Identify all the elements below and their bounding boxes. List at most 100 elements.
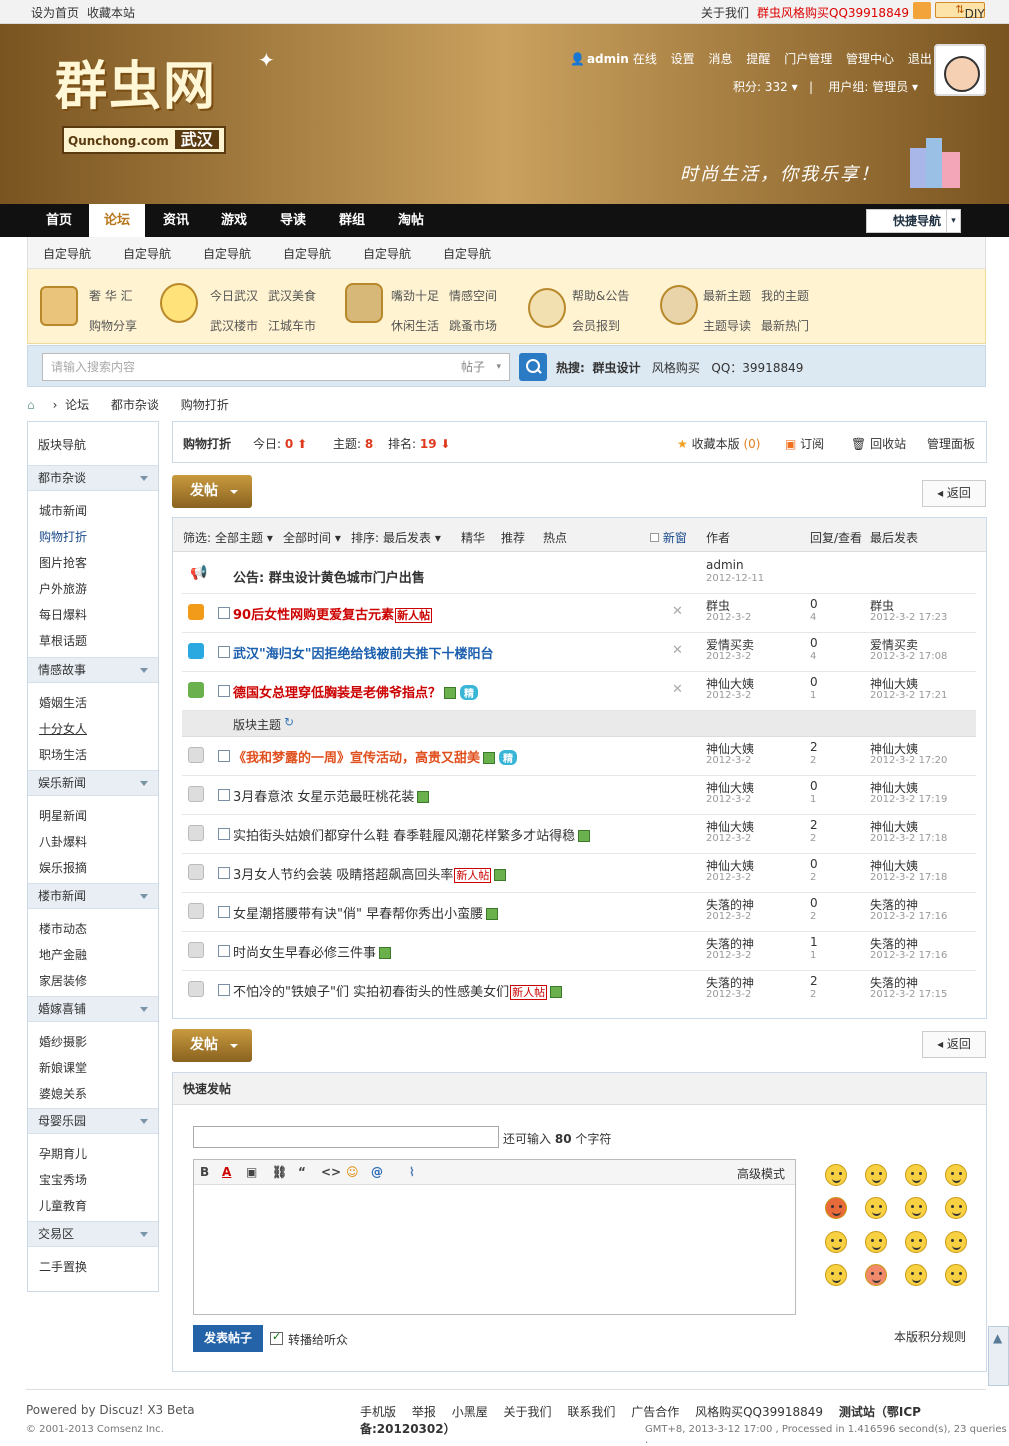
footer-link[interactable]: 广告合作 bbox=[631, 1405, 679, 1419]
home-icon[interactable]: ⌂ bbox=[27, 398, 35, 412]
close-icon[interactable]: ✕ bbox=[672, 682, 683, 697]
post-button-bottom[interactable]: 发帖 bbox=[172, 1029, 252, 1062]
announcement-title[interactable]: 公告: 群虫设计黄色城市门户出售 bbox=[233, 567, 425, 586]
search-type-select[interactable]: 帖子 ▾ bbox=[451, 353, 510, 381]
sidebar-item[interactable]: 宝宝秀场 bbox=[39, 1171, 87, 1188]
cat-help[interactable]: 帮助&公告 bbox=[572, 287, 629, 304]
subnav-item[interactable]: 自定导航 bbox=[123, 245, 171, 262]
cat-latest-topics[interactable]: 最新主题 bbox=[703, 287, 751, 304]
footer-link[interactable]: 举报 bbox=[412, 1405, 436, 1419]
smiley-icon[interactable]: ☺ bbox=[346, 1165, 359, 1179]
footer-link[interactable]: 风格购买QQ39918849 bbox=[695, 1405, 823, 1419]
table-row[interactable]: 90后女性网购更爱复古元素 新人帖 ✕ 群虫 2012-3-2 0 4 群虫 20… bbox=[182, 594, 976, 633]
thread-checkbox[interactable] bbox=[218, 646, 230, 658]
filter-all-topics[interactable]: 全部主题 ▾ bbox=[215, 529, 273, 546]
sidebar-group[interactable]: 娱乐新闻 bbox=[28, 770, 158, 796]
cat-today-wuhan[interactable]: 今日武汉 bbox=[210, 287, 258, 304]
back-button-bottom[interactable]: ◂ 返回 bbox=[922, 1031, 986, 1058]
cat-wuhan-housing[interactable]: 武汉楼市 bbox=[210, 317, 258, 334]
thread-title[interactable]: 90后女性网购更爱复古元素 新人帖 bbox=[233, 604, 433, 623]
footer-link[interactable]: 关于我们 bbox=[504, 1405, 552, 1419]
cat-snacks[interactable]: 嘴劲十足 bbox=[391, 287, 439, 304]
quote-icon[interactable]: “ bbox=[298, 1165, 306, 1179]
sidebar-item[interactable]: 婆媳关系 bbox=[39, 1085, 87, 1102]
set-home-link[interactable]: 设为首页 bbox=[31, 4, 79, 21]
last-post-date[interactable]: 2012-3-2 17:15 bbox=[870, 989, 947, 1000]
advanced-mode-link[interactable]: 高级模式 bbox=[737, 1165, 785, 1182]
cat-wuhan-food[interactable]: 武汉美食 bbox=[268, 287, 316, 304]
thread-title[interactable]: 不怕冷的"铁娘子"们 实拍初春街头的性感美女们 新人帖 bbox=[233, 981, 563, 1000]
code-icon[interactable]: <> bbox=[321, 1165, 341, 1179]
subnav-item[interactable]: 自定导航 bbox=[283, 245, 331, 262]
at-mention-icon[interactable]: @ bbox=[371, 1165, 383, 1179]
emoji-icon[interactable] bbox=[825, 1164, 847, 1186]
site-logo[interactable]: 群虫网 bbox=[55, 44, 217, 119]
sidebar-item[interactable]: 楼市动态 bbox=[39, 920, 87, 937]
sidebar-item[interactable]: 孕期育儿 bbox=[39, 1145, 87, 1162]
search-input[interactable]: 请输入搜索内容 bbox=[42, 353, 452, 381]
bold-icon[interactable]: B bbox=[200, 1165, 209, 1179]
thread-checkbox[interactable] bbox=[218, 867, 230, 879]
cat-shopping-share[interactable]: 购物分享 bbox=[89, 317, 137, 334]
last-post-date[interactable]: 2012-3-2 17:19 bbox=[870, 794, 947, 805]
thread-checkbox[interactable] bbox=[218, 685, 230, 697]
emoji-icon[interactable] bbox=[865, 1231, 887, 1253]
link-icon[interactable]: ⛓ bbox=[272, 1165, 287, 1179]
sort-select[interactable]: 最后发表 ▾ bbox=[383, 529, 441, 546]
nav-home[interactable]: 首页 bbox=[31, 204, 87, 237]
sidebar-item[interactable]: 十分女人 bbox=[39, 720, 87, 737]
sidebar-item[interactable]: 二手置换 bbox=[39, 1258, 87, 1275]
sidebar-item[interactable]: 草根话题 bbox=[39, 632, 87, 649]
thread-title[interactable]: 3月春意浓 女星示范最旺桃花装 bbox=[233, 786, 430, 805]
admin-center-link[interactable]: 管理中心 bbox=[846, 52, 894, 66]
sidebar-item[interactable]: 婚纱摄影 bbox=[39, 1033, 87, 1050]
nav-news[interactable]: 资讯 bbox=[148, 204, 204, 237]
filter-recommend[interactable]: 推荐 bbox=[501, 529, 525, 546]
admin-panel-link[interactable]: 管理面板 bbox=[927, 435, 975, 452]
thread-title[interactable]: 德国女总理穿低胸装是老佛爷指点？精 bbox=[233, 682, 479, 701]
cat-jiangcheng-cars[interactable]: 江城车市 bbox=[268, 317, 316, 334]
sidebar-item[interactable]: 新娘课堂 bbox=[39, 1059, 87, 1076]
breadcrumb-item[interactable]: 都市杂谈 bbox=[111, 398, 159, 412]
table-row[interactable]: 德国女总理穿低胸装是老佛爷指点？精 ✕ 神仙大姨 2012-3-2 0 1 神仙… bbox=[182, 672, 976, 711]
last-post-date[interactable]: 2012-3-2 17:16 bbox=[870, 911, 947, 922]
credit-rules-link[interactable]: 本版积分规则 bbox=[894, 1328, 966, 1345]
table-row[interactable]: 不怕冷的"铁娘子"们 实拍初春街头的性感美女们 新人帖 失落的神 2012-3-2… bbox=[182, 971, 976, 1010]
subnav-item[interactable]: 自定导航 bbox=[203, 245, 251, 262]
close-icon[interactable]: ✕ bbox=[672, 643, 683, 658]
subnav-item[interactable]: 自定导航 bbox=[443, 245, 491, 262]
diy-button[interactable]: ⇅ DIY bbox=[935, 2, 985, 21]
sidebar-group[interactable]: 楼市新闻 bbox=[28, 883, 158, 909]
quick-nav-button[interactable]: 快捷导航 ▾ bbox=[866, 209, 961, 233]
last-post-date[interactable]: 2012-3-2 17:16 bbox=[870, 950, 947, 961]
logout-link[interactable]: 退出 bbox=[908, 52, 932, 66]
refresh-icon[interactable]: ↻ bbox=[284, 715, 294, 729]
thread-checkbox[interactable] bbox=[218, 789, 230, 801]
back-button[interactable]: ◂ 返回 bbox=[922, 480, 986, 507]
avatar[interactable] bbox=[934, 44, 986, 96]
nav-groups[interactable]: 群组 bbox=[324, 204, 380, 237]
notices-link[interactable]: 提醒 bbox=[746, 52, 770, 66]
emoji-icon[interactable] bbox=[945, 1164, 967, 1186]
search-button[interactable] bbox=[519, 353, 547, 381]
thread-checkbox[interactable] bbox=[218, 945, 230, 957]
recycle-link[interactable]: 🗑 回收站 bbox=[851, 435, 906, 452]
emoji-icon[interactable] bbox=[865, 1197, 887, 1219]
cat-checkin[interactable]: 会员报到 bbox=[572, 317, 620, 334]
nav-forum[interactable]: 论坛 bbox=[89, 204, 145, 237]
thread-title[interactable]: 实拍街头姑娘们都穿什么鞋 春季鞋履风潮花样繁多才站得稳 bbox=[233, 825, 591, 844]
cat-emotion[interactable]: 情感空间 bbox=[449, 287, 497, 304]
attachment-icon[interactable]: ⌇ bbox=[409, 1165, 415, 1179]
nav-games[interactable]: 游戏 bbox=[206, 204, 262, 237]
last-post-date[interactable]: 2012-3-2 17:21 bbox=[870, 690, 947, 701]
username-link[interactable]: admin bbox=[587, 52, 629, 66]
subnav-item[interactable]: 自定导航 bbox=[43, 245, 91, 262]
submit-post-button[interactable]: 发表帖子 bbox=[193, 1325, 263, 1352]
thread-title[interactable]: 女星潮搭腰带有诀"俏" 早春帮你秀出小蛮腰 bbox=[233, 903, 499, 922]
promo-link[interactable]: 群虫风格购买QQ39918849 bbox=[757, 4, 909, 21]
emoji-icon[interactable] bbox=[825, 1231, 847, 1253]
hot-search-item[interactable]: 群虫设计 bbox=[592, 361, 640, 375]
sidebar-item[interactable]: 明星新闻 bbox=[39, 807, 87, 824]
filter-time[interactable]: 全部时间 ▾ bbox=[283, 529, 341, 546]
subscribe-link[interactable]: ▣ 订阅 bbox=[785, 435, 824, 452]
